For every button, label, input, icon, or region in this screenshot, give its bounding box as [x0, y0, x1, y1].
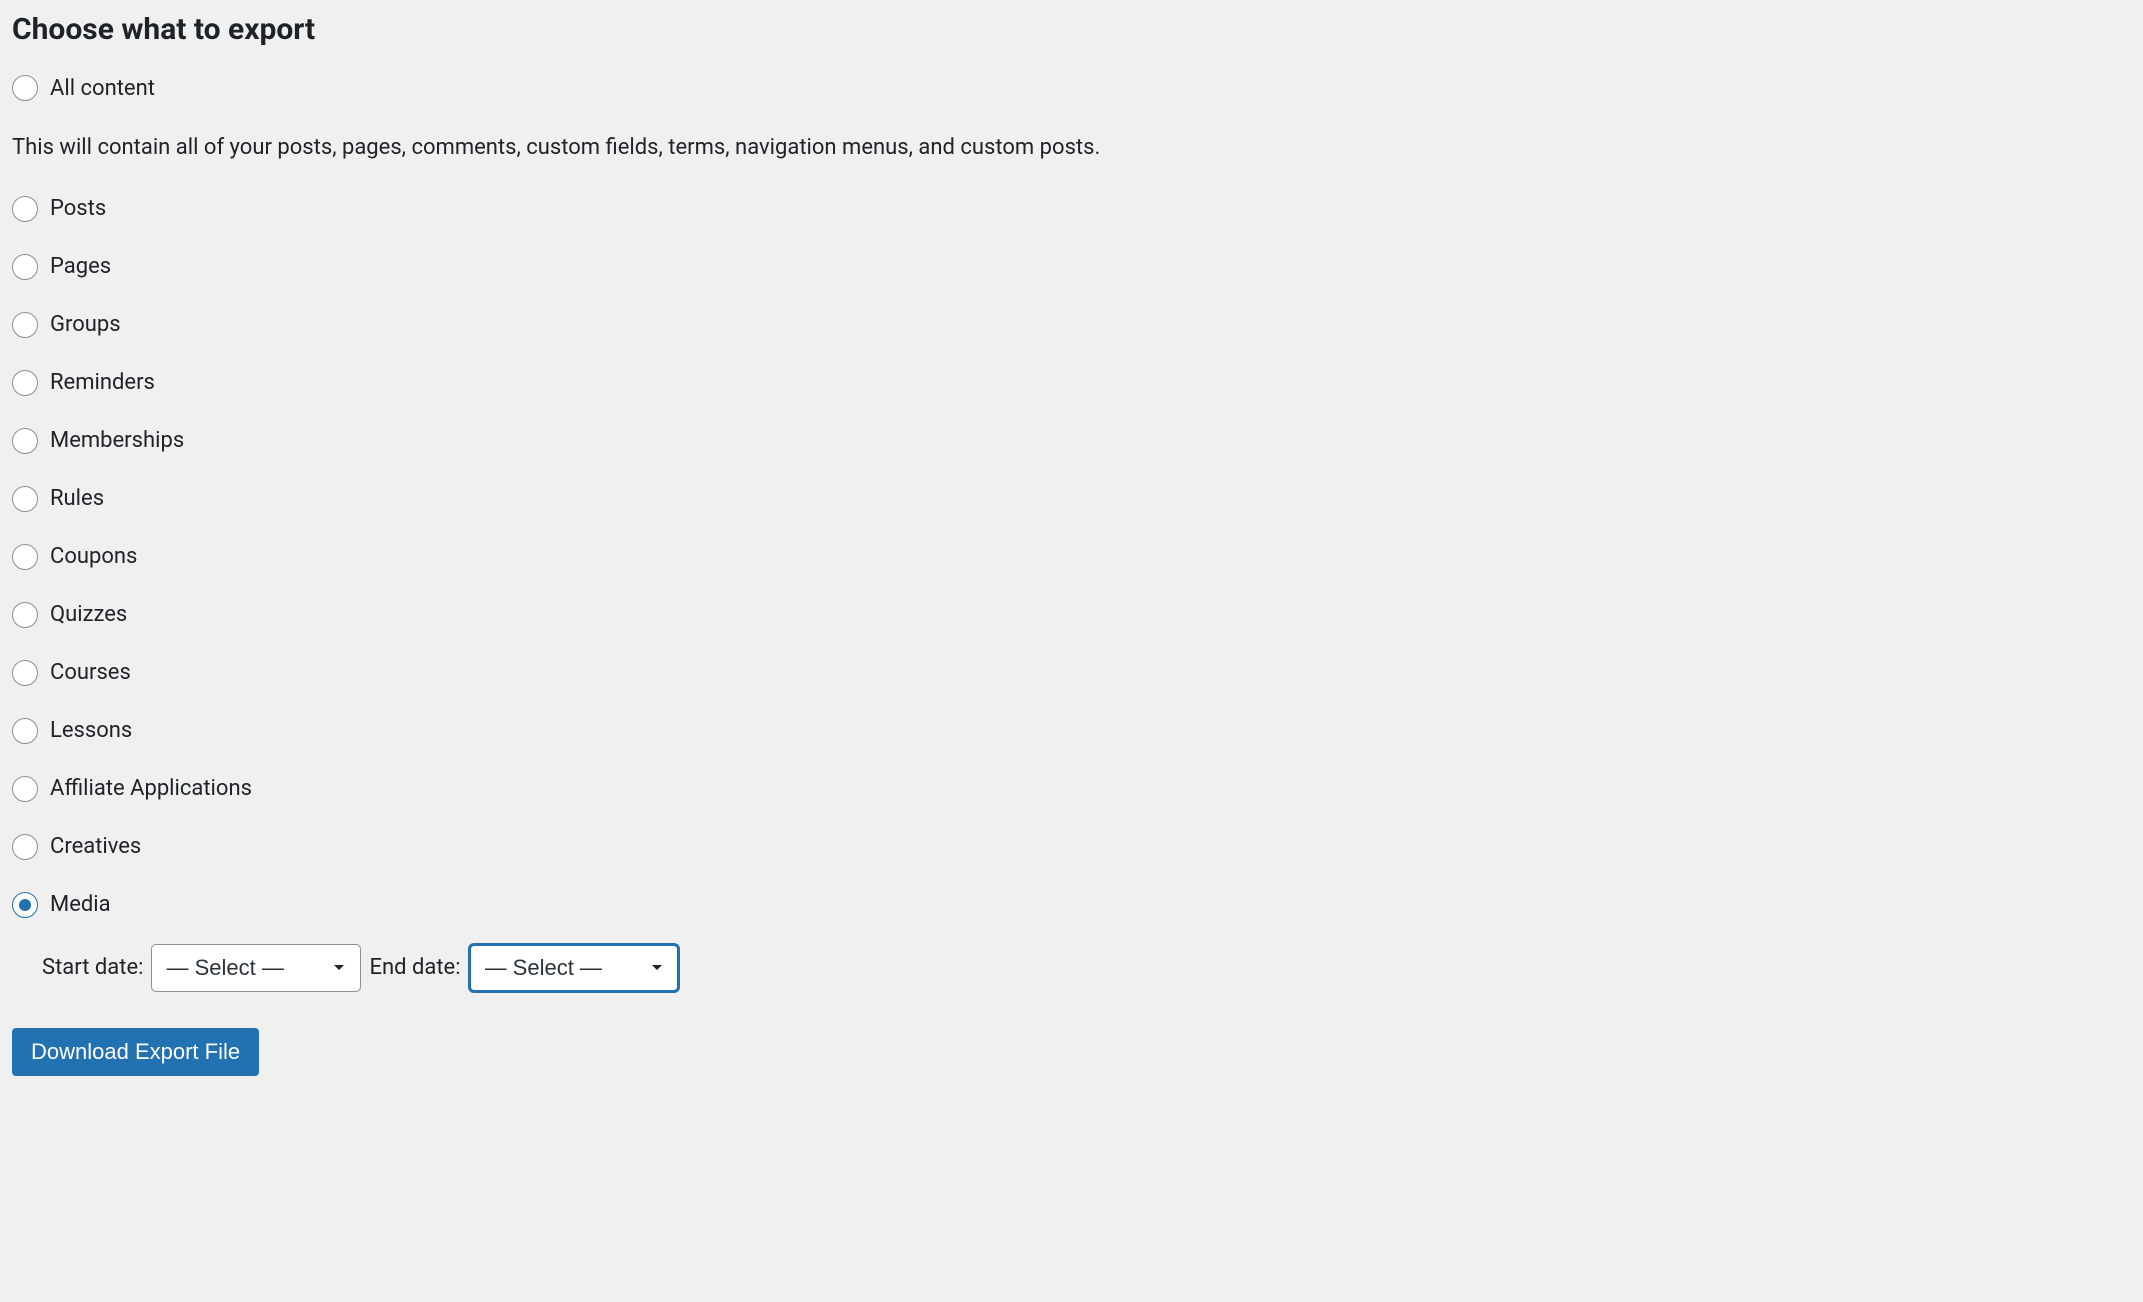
label-reminders[interactable]: Reminders [50, 370, 155, 395]
radio-affiliate-applications[interactable] [12, 776, 38, 802]
radio-row-all-content: All content [12, 75, 2143, 101]
end-date-label: End date: [369, 955, 460, 980]
all-content-description: This will contain all of your posts, pag… [12, 133, 2143, 164]
radio-row-creatives: Creatives [12, 834, 2143, 860]
download-export-button[interactable]: Download Export File [12, 1028, 259, 1076]
radio-row-courses: Courses [12, 660, 2143, 686]
start-date-select[interactable]: — Select — [151, 944, 361, 992]
radio-row-coupons: Coupons [12, 544, 2143, 570]
label-memberships[interactable]: Memberships [50, 428, 184, 453]
radio-row-pages: Pages [12, 254, 2143, 280]
radio-media[interactable] [12, 892, 38, 918]
radio-all-content[interactable] [12, 75, 38, 101]
radio-row-memberships: Memberships [12, 428, 2143, 454]
radio-coupons[interactable] [12, 544, 38, 570]
label-rules[interactable]: Rules [50, 486, 104, 511]
radio-reminders[interactable] [12, 370, 38, 396]
radio-row-media: Media [12, 892, 2143, 918]
end-date-select[interactable]: — Select — [469, 944, 679, 992]
radio-row-affiliate-applications: Affiliate Applications [12, 776, 2143, 802]
radio-courses[interactable] [12, 660, 38, 686]
label-media[interactable]: Media [50, 892, 111, 917]
label-all-content[interactable]: All content [50, 76, 155, 101]
label-posts[interactable]: Posts [50, 196, 106, 221]
radio-row-lessons: Lessons [12, 718, 2143, 744]
label-quizzes[interactable]: Quizzes [50, 602, 127, 627]
radio-memberships[interactable] [12, 428, 38, 454]
radio-creatives[interactable] [12, 834, 38, 860]
radio-rules[interactable] [12, 486, 38, 512]
label-coupons[interactable]: Coupons [50, 544, 137, 569]
label-affiliate-applications[interactable]: Affiliate Applications [50, 776, 252, 801]
radio-row-rules: Rules [12, 486, 2143, 512]
radio-pages[interactable] [12, 254, 38, 280]
end-date-select-wrap: — Select — [469, 944, 679, 992]
radio-posts[interactable] [12, 196, 38, 222]
export-heading: Choose what to export [12, 12, 2143, 47]
radio-row-posts: Posts [12, 196, 2143, 222]
radio-row-quizzes: Quizzes [12, 602, 2143, 628]
date-filters: Start date: — Select — End date: — Selec… [42, 944, 2143, 992]
label-lessons[interactable]: Lessons [50, 718, 132, 743]
radio-row-groups: Groups [12, 312, 2143, 338]
label-pages[interactable]: Pages [50, 254, 111, 279]
radio-groups[interactable] [12, 312, 38, 338]
start-date-label: Start date: [42, 955, 143, 980]
radio-quizzes[interactable] [12, 602, 38, 628]
label-groups[interactable]: Groups [50, 312, 121, 337]
label-courses[interactable]: Courses [50, 660, 131, 685]
start-date-select-wrap: — Select — [151, 944, 361, 992]
radio-lessons[interactable] [12, 718, 38, 744]
radio-row-reminders: Reminders [12, 370, 2143, 396]
label-creatives[interactable]: Creatives [50, 834, 141, 859]
